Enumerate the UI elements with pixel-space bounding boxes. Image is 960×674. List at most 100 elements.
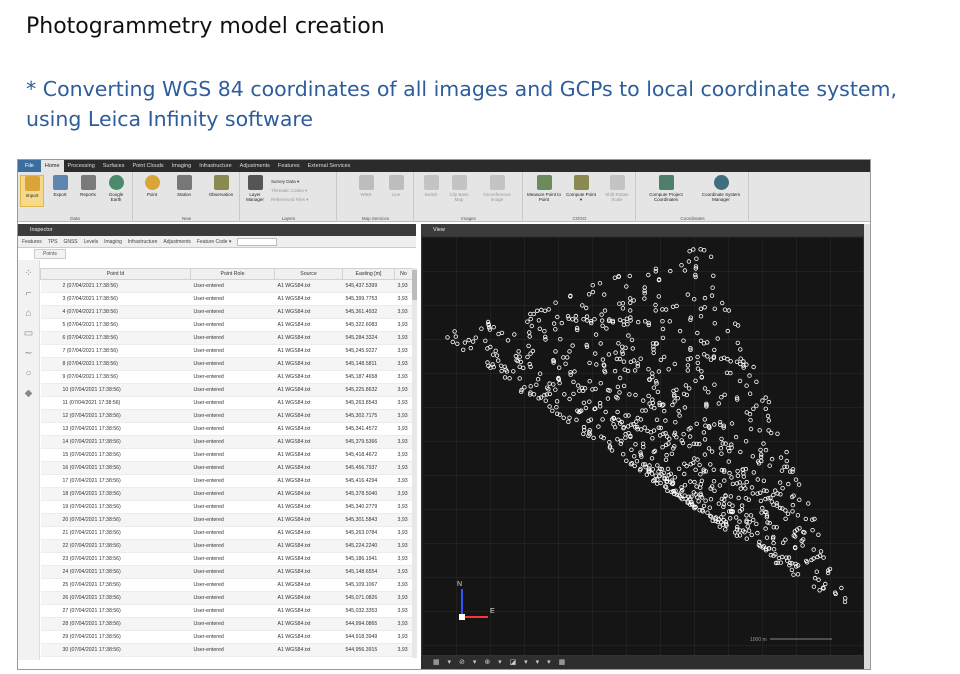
points-table: Point Id Point Role Source Easting [m] N… — [40, 268, 413, 657]
table-row[interactable]: 30 (07/04/2021 17:38:56) User-entered A1 W… — [40, 643, 413, 657]
table-row[interactable]: 11 (07/04/2021 17:38:56) User-entered A1 W… — [40, 396, 413, 410]
menu-file[interactable]: File — [18, 160, 41, 172]
table-row[interactable]: 3 (07/04/2021 17:38:56) User-entered A1 WG… — [40, 292, 413, 306]
coordinate-system-manager-button[interactable]: Coordinate System Manager — [695, 175, 747, 202]
table-row[interactable]: 24 (07/04/2021 17:38:56) User-entered A1 W… — [40, 565, 413, 579]
tab-adjustments[interactable]: Adjustments — [163, 239, 191, 245]
points-icon[interactable]: ⁘ — [23, 268, 35, 280]
referenced-files-dropdown[interactable]: Referenced Files ▾ — [271, 195, 309, 204]
survey-data-dropdown[interactable]: Survey Data ▾ — [271, 177, 309, 186]
georeference-image-button[interactable]: Georeference Image — [477, 175, 517, 202]
tab-tps[interactable]: TPS — [48, 239, 58, 245]
menu-external-services[interactable]: External Services — [304, 160, 355, 172]
table-row[interactable]: 5 (07/04/2021 17:38:56) User-entered A1 WG… — [40, 318, 413, 332]
snap-tool[interactable]: ⊘ ▾ — [459, 659, 476, 666]
menu-adjustments[interactable]: Adjustments — [236, 160, 274, 172]
import-button[interactable]: Import — [20, 175, 44, 207]
table-row[interactable]: 19 (07/04/2021 17:38:56) User-entered A1 W… — [40, 500, 413, 514]
table-row[interactable]: 18 (07/04/2021 17:38:56) User-entered A1 W… — [40, 487, 413, 501]
station-button[interactable]: Station — [172, 175, 196, 197]
menu-home[interactable]: Home — [40, 160, 64, 172]
tab-imaging[interactable]: Imaging — [104, 239, 122, 245]
table-row[interactable]: 17 (07/04/2021 17:38:56) User-entered A1 W… — [40, 474, 413, 488]
thematic-codes-dropdown[interactable]: Thematic Codes ▾ — [271, 186, 309, 195]
tab-features[interactable]: Features — [22, 239, 42, 245]
table-row[interactable]: 28 (07/04/2021 17:38:56) User-entered A1 W… — [40, 617, 413, 631]
col-northing[interactable]: No — [394, 268, 413, 280]
table-row[interactable]: 21 (07/04/2021 17:38:56) User-entered A1 W… — [40, 526, 413, 540]
table-cell: A1 WGS84.txt — [274, 578, 343, 592]
window-scrollbar[interactable] — [864, 224, 870, 669]
layer-manager-button[interactable]: Layer Manager — [243, 175, 267, 202]
col-point-role[interactable]: Point Role — [190, 268, 275, 280]
code-icon[interactable]: ◆ — [23, 388, 35, 400]
menu-imaging[interactable]: Imaging — [168, 160, 196, 172]
table-row[interactable]: 29 (07/04/2021 17:38:56) User-entered A1 W… — [40, 630, 413, 644]
table-scrollbar[interactable] — [412, 268, 417, 658]
observation-button[interactable]: Observation — [206, 175, 236, 197]
live-button[interactable]: Live — [384, 175, 408, 197]
table-row[interactable]: 4 (07/04/2021 17:38:56) User-entered A1 WG… — [40, 305, 413, 319]
zoom-tool[interactable]: ⊕ ▾ — [484, 659, 501, 666]
export-button[interactable]: Export — [48, 175, 72, 197]
measure-button[interactable]: Measure Point to Point — [526, 175, 562, 202]
tab-levels[interactable]: Levels — [84, 239, 98, 245]
google-earth-button[interactable]: Google Earth — [104, 175, 128, 202]
shift-rotate-scale-button[interactable]: Shift Rotate Scale — [600, 175, 634, 202]
table-row[interactable]: 6 (07/04/2021 17:38:56) User-entered A1 WG… — [40, 331, 413, 345]
menu-surfaces[interactable]: Surfaces — [99, 160, 129, 172]
table-cell: User-entered — [190, 474, 275, 488]
wms-button[interactable]: WMS — [354, 175, 378, 197]
menu-point-clouds[interactable]: Point Clouds — [128, 160, 167, 172]
menu-processing[interactable]: Processing — [64, 160, 99, 172]
point-button[interactable]: Point — [140, 175, 164, 197]
map-view[interactable]: N E 1000 m — [421, 236, 864, 656]
surfaces-icon[interactable]: ▭ — [23, 328, 35, 340]
scroll-thumb[interactable] — [412, 270, 417, 300]
breadcrumb[interactable]: Points — [34, 249, 66, 259]
menu-features[interactable]: Features — [274, 160, 304, 172]
table-tool[interactable]: ▦ — [559, 659, 566, 666]
table-row[interactable]: 13 (07/04/2021 17:38:56) User-entered A1 W… — [40, 422, 413, 436]
table-row[interactable]: 22 (07/04/2021 17:38:56) User-entered A1 W… — [40, 539, 413, 553]
table-row[interactable]: 9 (07/04/2021 17:38:56) User-entered A1 WG… — [40, 370, 413, 384]
filter-tool[interactable]: ▾ ▾ — [536, 659, 551, 666]
lines-icon[interactable]: ⌐ — [23, 288, 35, 300]
table-row[interactable]: 8 (07/04/2021 17:38:56) User-entered A1 WG… — [40, 357, 413, 371]
table-row[interactable]: 16 (07/04/2021 17:38:56) User-entered A1 W… — [40, 461, 413, 475]
table-row[interactable]: 26 (07/04/2021 17:38:56) User-entered A1 W… — [40, 591, 413, 605]
compute-point-button[interactable]: Compute Point ▾ — [566, 175, 596, 202]
table-row[interactable]: 12 (07/04/2021 17:38:56) User-entered A1 W… — [40, 409, 413, 423]
google-earth-label: Google Earth — [108, 192, 124, 202]
clip-base-map-button[interactable]: Clip Base Map — [447, 175, 471, 202]
table-row[interactable]: 27 (07/04/2021 17:38:56) User-entered A1 W… — [40, 604, 413, 618]
feature-code-dropdown[interactable]: Feature Code ▾ — [197, 239, 231, 245]
table-row[interactable]: 20 (07/04/2021 17:38:56) User-entered A1 W… — [40, 513, 413, 527]
switch-button[interactable]: Switch — [419, 175, 443, 197]
table-row[interactable]: 23 (07/04/2021 17:38:56) User-entered A1 W… — [40, 552, 413, 566]
col-easting[interactable]: Easting [m] — [342, 268, 395, 280]
menu-infrastructure[interactable]: Infrastructure — [195, 160, 235, 172]
areas-icon[interactable]: ⌂ — [23, 308, 35, 320]
table-cell: User-entered — [190, 357, 275, 371]
tab-infrastructure[interactable]: Infrastructure — [128, 239, 157, 245]
cloud-icon[interactable]: ○ — [23, 368, 35, 380]
table-row[interactable]: 7 (07/04/2021 17:38:56) User-entered A1 WG… — [40, 344, 413, 358]
leica-infinity-window: File Home Processing Surfaces Point Clou… — [17, 159, 871, 670]
col-source[interactable]: Source — [274, 268, 343, 280]
tab-gnss[interactable]: GNSS — [63, 239, 77, 245]
table-cell: A1 WGS84.txt — [274, 474, 343, 488]
search-input[interactable] — [237, 237, 278, 246]
compute-project-coordinates-button[interactable]: Compute Project Coordinates — [639, 175, 693, 202]
table-row[interactable]: 25 (07/04/2021 17:38:56) User-entered A1 W… — [40, 578, 413, 592]
layer-tool[interactable]: ◪ ▾ — [510, 659, 528, 666]
table-row[interactable]: 10 (07/04/2021 17:38:56) User-entered A1 W… — [40, 383, 413, 397]
table-row[interactable]: 14 (07/04/2021 17:38:56) User-entered A1 W… — [40, 435, 413, 449]
table-row[interactable]: 2 (07/04/2021 17:38:56) User-entered A1 WG… — [40, 279, 413, 293]
point-label: Point — [146, 192, 158, 197]
col-point-id[interactable]: Point Id — [40, 268, 191, 280]
profile-icon[interactable]: ∼ — [23, 348, 35, 360]
table-row[interactable]: 15 (07/04/2021 17:38:56) User-entered A1 W… — [40, 448, 413, 462]
grid-tool[interactable]: ▦ ▾ — [433, 659, 451, 666]
reports-button[interactable]: Reports — [76, 175, 100, 197]
